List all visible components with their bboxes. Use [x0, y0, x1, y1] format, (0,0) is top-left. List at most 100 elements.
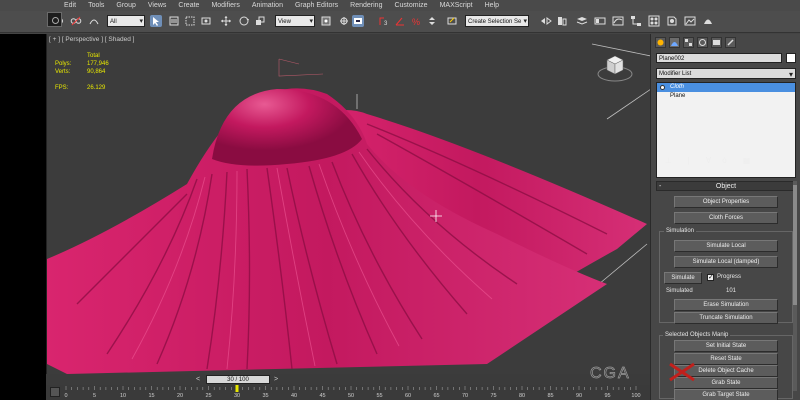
select-object-icon[interactable] — [150, 15, 162, 27]
trackbar-tick-label: 95 — [604, 393, 610, 399]
rotate-icon[interactable] — [238, 15, 250, 27]
tab-utilities[interactable] — [725, 37, 736, 48]
align-icon[interactable] — [556, 15, 568, 27]
stats-header: Total — [87, 53, 100, 59]
render-production-icon[interactable] — [702, 15, 714, 27]
spinner-snap-icon[interactable] — [426, 15, 438, 27]
edit-named-selection-icon[interactable] — [446, 15, 458, 27]
object-properties-button[interactable]: Object Properties — [674, 196, 778, 208]
window-crossing-icon[interactable] — [200, 15, 212, 27]
tab-hierarchy[interactable] — [683, 37, 694, 48]
menu-edit[interactable]: Edit — [64, 0, 76, 11]
angle-snap-icon[interactable] — [394, 15, 406, 27]
tab-motion[interactable] — [697, 37, 708, 48]
panel-scroll-thumb[interactable] — [793, 185, 797, 305]
trackbar-tick-label: 80 — [519, 393, 525, 399]
tab-display[interactable] — [711, 37, 722, 48]
menu-views[interactable]: Views — [148, 0, 167, 11]
simulate-local-damped-button[interactable]: Simulate Local (damped) — [674, 256, 778, 268]
rendered-frame-window-icon[interactable] — [684, 15, 696, 27]
menu-tools[interactable]: Tools — [88, 0, 104, 11]
reference-coord-dropdown[interactable]: View — [275, 15, 315, 27]
simulate-button[interactable]: Simulate — [664, 272, 702, 284]
tab-create[interactable] — [655, 37, 666, 48]
light-bulb-icon[interactable] — [660, 85, 665, 90]
erase-simulation-button[interactable]: Erase Simulation — [674, 299, 778, 311]
perspective-viewport[interactable]: [ + ] [ Perspective ] [ Shaded ] Total P… — [46, 34, 650, 374]
viewport-label[interactable]: [ + ] [ Perspective ] [ Shaded ] — [49, 36, 134, 43]
move-icon[interactable] — [220, 15, 232, 27]
trackbar[interactable]: 0 5 10 15 20 25 30 35 40 45 50 55 60 65 70 75 80 85 90 95 10… — [46, 385, 650, 400]
bind-space-warp-icon[interactable] — [88, 15, 100, 27]
world-axis-tripod — [278, 58, 324, 77]
time-slider[interactable]: 30 / 100 — [206, 375, 270, 384]
trackbar-tick-label: 90 — [576, 393, 582, 399]
object-rollout-header[interactable]: - Object — [656, 181, 796, 191]
viewport-statistics: Total Polys: 177,946 Verts: 90,864 FPS: 26.… — [55, 52, 125, 92]
selection-filter-dropdown[interactable]: All — [107, 15, 145, 27]
percent-snap-icon[interactable]: % — [410, 15, 422, 27]
collapse-icon: - — [659, 183, 662, 190]
trackbar-tick-label: 65 — [433, 393, 439, 399]
menu-graph-editors[interactable]: Graph Editors — [295, 0, 338, 11]
menu-create[interactable]: Create — [178, 0, 199, 11]
menu-modifiers[interactable]: Modifiers — [211, 0, 239, 11]
scale-icon[interactable] — [254, 15, 266, 27]
svg-text:%: % — [412, 17, 420, 27]
remove-modifier-icon[interactable]: ò — [720, 156, 729, 166]
graphite-ribbon-icon[interactable] — [594, 15, 606, 27]
cloth-forces-button[interactable]: Cloth Forces — [674, 212, 778, 224]
select-by-name-icon[interactable] — [168, 15, 180, 27]
rect-selection-icon[interactable] — [184, 15, 196, 27]
viewcube-icon[interactable] — [595, 52, 635, 86]
make-unique-icon[interactable]: ∀ — [704, 156, 713, 166]
set-initial-state-button[interactable]: Set Initial State — [674, 340, 778, 352]
trackbar-tick-label: 35 — [262, 393, 268, 399]
stack-toolbar: ⊥ | ∀ ò ▦ — [656, 154, 796, 168]
current-frame-marker[interactable] — [235, 385, 239, 392]
menu-customize[interactable]: Customize — [394, 0, 427, 11]
curve-editor-icon[interactable] — [612, 15, 624, 27]
next-frame-icon[interactable]: > — [274, 375, 278, 384]
menu-group[interactable]: Group — [116, 0, 135, 11]
stack-item-plane[interactable]: Plane — [657, 92, 795, 101]
material-editor-icon[interactable] — [648, 15, 660, 27]
fps-label: FPS: — [55, 85, 69, 91]
trackbar-tick-label: 45 — [319, 393, 325, 399]
simulate-local-button[interactable]: Simulate Local — [674, 240, 778, 252]
pin-stack-icon[interactable]: ⊥ — [664, 156, 673, 166]
menu-help[interactable]: Help — [485, 0, 499, 11]
grab-target-state-button[interactable]: Grab Target State — [674, 389, 778, 400]
menu-animation[interactable]: Animation — [252, 0, 283, 11]
layer-manager-icon[interactable] — [576, 15, 588, 27]
tab-modify[interactable] — [669, 37, 680, 48]
keyboard-shortcut-override-icon[interactable] — [352, 15, 364, 27]
show-end-result-icon[interactable]: | — [684, 156, 693, 166]
select-manipulate-icon[interactable] — [338, 15, 350, 27]
render-setup-icon[interactable] — [666, 15, 678, 27]
panel-scrollbar[interactable] — [793, 181, 797, 391]
mirror-icon[interactable] — [540, 15, 552, 27]
configure-sets-icon[interactable]: ▦ — [742, 156, 751, 166]
unlink-icon[interactable] — [70, 15, 82, 27]
verts-label: Verts: — [55, 69, 71, 75]
object-name-field[interactable]: Plane002 — [656, 53, 782, 63]
left-black-strip — [0, 34, 46, 400]
trackbar-ticks: 0 5 10 15 20 25 30 35 40 45 50 55 60 65 70 75 80 85 90 95 10… — [64, 385, 641, 399]
schematic-view-icon[interactable] — [630, 15, 642, 27]
progress-checkbox[interactable] — [707, 273, 714, 281]
previous-frame-icon[interactable]: < — [196, 375, 200, 384]
truncate-simulation-button[interactable]: Truncate Simulation — [674, 312, 778, 324]
modifier-list-dropdown[interactable]: Modifier List — [656, 68, 796, 80]
snap-3d-icon[interactable]: 3 — [378, 15, 390, 27]
verts-value: 90,864 — [87, 69, 106, 75]
trackbar-tick-label: 15 — [148, 393, 154, 399]
object-color-swatch[interactable] — [786, 53, 796, 63]
app-logo[interactable] — [47, 12, 62, 27]
menu-rendering[interactable]: Rendering — [350, 0, 382, 11]
named-selection-set-field[interactable]: Create Selection Se — [465, 15, 529, 27]
menu-maxscript[interactable]: MAXScript — [440, 0, 473, 11]
svg-text:3: 3 — [384, 21, 388, 27]
pivot-center-icon[interactable] — [320, 15, 332, 27]
stack-item-cloth[interactable]: Cloth — [657, 83, 795, 92]
